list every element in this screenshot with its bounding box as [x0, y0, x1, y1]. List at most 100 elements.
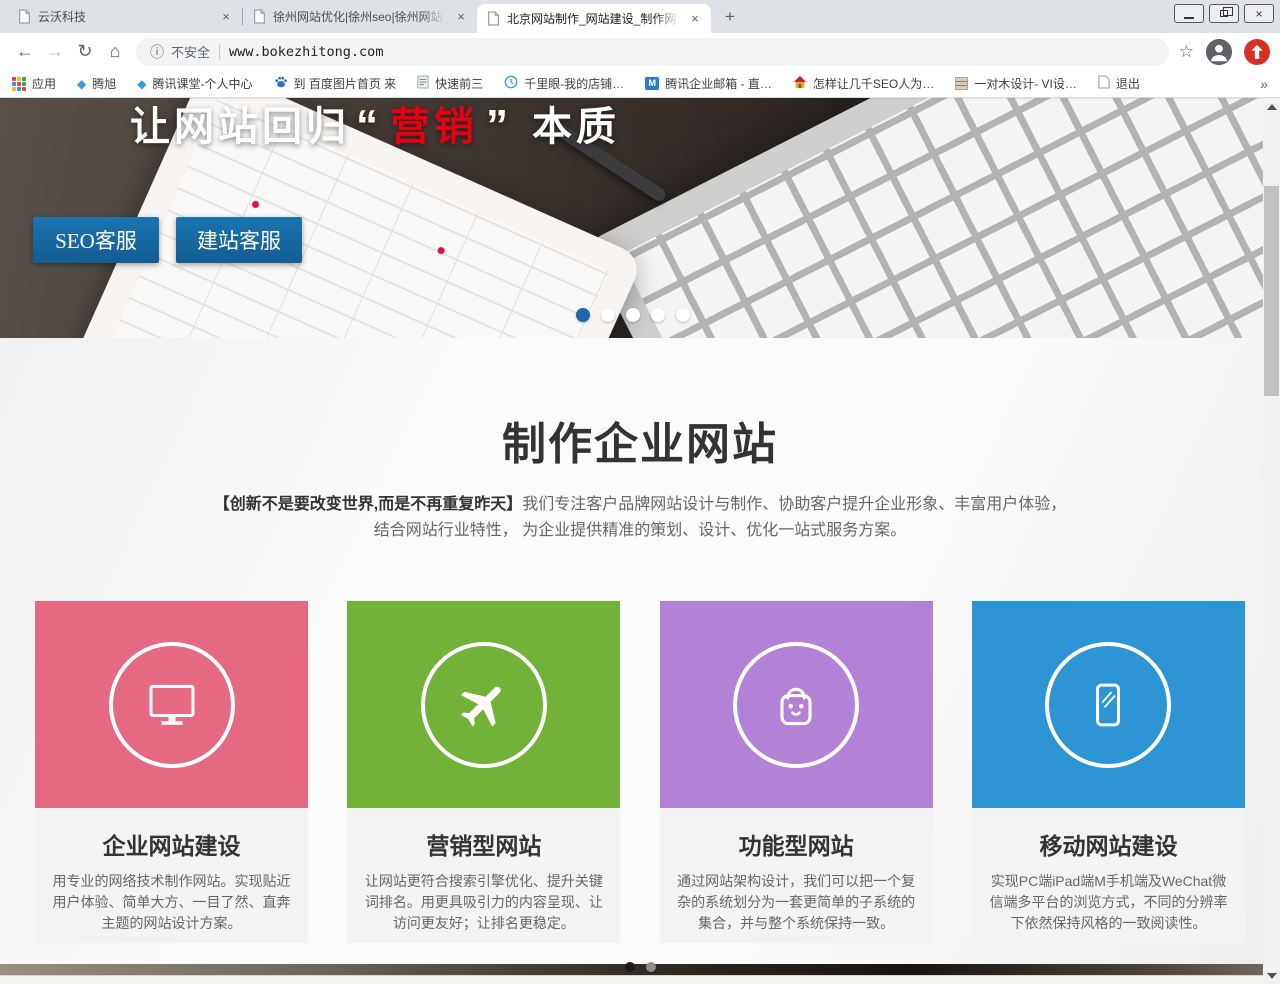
card-description: 实现PC端iPad端M手机端及WeChat微信端多平台的浏览方式，不同的分辨率下…: [986, 871, 1231, 934]
card-title: 营销型网站: [361, 808, 606, 861]
bookmark-tencent-exmail[interactable]: M 腾讯企业邮箱 - 直…: [645, 75, 772, 92]
headline-suffix: 本质: [532, 105, 620, 149]
bookmarks-overflow-icon[interactable]: »: [1260, 76, 1268, 92]
bookmark-tencent-classroom[interactable]: ◆ 腾讯课堂-个人中心: [137, 75, 252, 92]
card-corporate-website[interactable]: 企业网站建设 用专业的网络技术制作网站。实现贴近用户体验、简单大方、一目了然、直…: [35, 601, 308, 943]
vertical-scrollbar[interactable]: [1263, 98, 1280, 984]
scroll-up-arrow[interactable]: [1263, 98, 1280, 115]
hero-banner: 让网站回归“营销”本质 SEO客服 建站客服: [0, 98, 1280, 338]
minimize-icon: [1184, 17, 1194, 19]
card-color-block: [347, 601, 620, 808]
tab-bar: 云沃科技 × 徐州网站优化|徐州seo|徐州网站 × 北京网站制作_网站建设_制…: [0, 0, 1280, 33]
new-tab-button[interactable]: +: [717, 4, 743, 30]
page-viewport: 让网站回归“营销”本质 SEO客服 建站客服 制作企业网站 【创新不是要改变世界…: [0, 98, 1280, 984]
bookmark-baidu-images[interactable]: 到 百度图片首页 来: [274, 75, 397, 92]
address-bar[interactable]: ⓘ 不安全 www.bokezhitong.com: [136, 38, 1169, 66]
card-text: 移动网站建设 实现PC端iPad端M手机端及WeChat微信端多平台的浏览方式，…: [972, 808, 1245, 943]
tab-yunwo[interactable]: 云沃科技 ×: [8, 0, 242, 33]
bookmarks-bar: 应用 ◆ 腾旭 ◆ 腾讯课堂-个人中心 到 百度图片首页 来 快速前三 千里眼-…: [0, 70, 1280, 98]
bookmark-seo-article[interactable]: 怎样让几千SEO人为…: [793, 75, 934, 92]
restore-button[interactable]: [1209, 4, 1239, 23]
headline-prefix: 让网站回归: [130, 105, 350, 149]
tab-beijing-active[interactable]: 北京网站制作_网站建设_制作网 ×: [477, 4, 711, 33]
service-cards: 企业网站建设 用专业的网络技术制作网站。实现贴近用户体验、简单大方、一目了然、直…: [0, 601, 1280, 943]
card-functional-website[interactable]: 功能型网站 通过网站架构设计，我们可以把一个复杂的系统划分为一套更简单的子系统的…: [660, 601, 933, 943]
bookmark-label: 一对木设计- VI设…: [974, 75, 1077, 92]
tab-close-icon[interactable]: ×: [218, 9, 234, 25]
tab-close-icon[interactable]: ×: [453, 9, 469, 25]
tab-close-icon[interactable]: ×: [687, 11, 703, 27]
carousel-dot[interactable]: [576, 308, 590, 322]
airplane-icon: [421, 642, 547, 768]
page-bottom-strip: [0, 975, 1263, 984]
carousel-dot[interactable]: [601, 308, 615, 322]
tab-xuzhou-seo[interactable]: 徐州网站优化|徐州seo|徐州网站 ×: [243, 0, 477, 33]
profile-avatar-icon[interactable]: [1206, 39, 1232, 65]
bookmark-label: 腾讯企业邮箱 - 直…: [665, 75, 772, 92]
gem-icon: ◆: [77, 78, 86, 90]
bookmark-label: 怎样让几千SEO人为…: [813, 75, 934, 92]
hero-carousel-dots: [576, 308, 690, 322]
reload-icon[interactable]: ↻: [70, 37, 100, 67]
info-icon[interactable]: ⓘ: [150, 42, 164, 62]
bookmark-yiduimu-design[interactable]: 一对木设计- VI设…: [955, 75, 1077, 92]
baidu-paw-icon: [274, 75, 288, 92]
close-button[interactable]: ×: [1244, 4, 1274, 23]
document-lines-icon: [417, 75, 429, 92]
toolbar-right: ☆: [1179, 39, 1270, 65]
tab-title: 北京网站制作_网站建设_制作网: [507, 10, 680, 27]
page-favicon-icon: [487, 11, 500, 26]
page-favicon-icon: [253, 9, 266, 24]
site-build-service-button[interactable]: 建站客服: [176, 217, 302, 263]
carousel-dot[interactable]: [626, 308, 640, 322]
scroll-down-arrow[interactable]: [1263, 967, 1280, 984]
carousel-dot[interactable]: [676, 308, 690, 322]
forward-icon[interactable]: →: [40, 37, 70, 67]
clock-icon: [504, 75, 518, 92]
window-controls: ×: [1174, 4, 1274, 23]
card-text: 企业网站建设 用专业的网络技术制作网站。实现贴近用户体验、简单大方、一目了然、直…: [35, 808, 308, 943]
pager-dot[interactable]: [646, 962, 656, 972]
browser-update-icon[interactable]: [1244, 39, 1270, 65]
pager-dot[interactable]: [625, 962, 635, 972]
card-title: 移动网站建设: [986, 808, 1231, 861]
bookmark-kuaisu[interactable]: 快速前三: [417, 75, 483, 92]
card-text: 功能型网站 通过网站架构设计，我们可以把一个复杂的系统划分为一套更简单的子系统的…: [660, 808, 933, 943]
bookmark-star-icon[interactable]: ☆: [1179, 42, 1194, 62]
wood-design-icon: [955, 77, 968, 90]
bookmark-exit[interactable]: 退出: [1098, 75, 1140, 92]
minimize-button[interactable]: [1174, 4, 1204, 23]
hero-headline: 让网站回归“营销”本质: [130, 98, 620, 152]
bookmark-apps[interactable]: 应用: [12, 75, 56, 92]
page-outline-icon: [1098, 75, 1110, 92]
quote-close: ”: [486, 101, 512, 150]
bookmark-tengxu[interactable]: ◆ 腾旭: [77, 75, 116, 92]
services-section: 制作企业网站 【创新不是要改变世界,而是不再重复昨天】我们专注客户品牌网站设计与…: [0, 338, 1280, 964]
security-label: 不安全: [171, 42, 210, 61]
card-title: 功能型网站: [674, 808, 919, 861]
card-text: 营销型网站 让网站更符合搜索引擎优化、提升关键词排名。用更具吸引力的内容呈现、让…: [347, 808, 620, 943]
address-divider: [219, 44, 220, 60]
card-color-block: [660, 601, 933, 808]
shopping-bag-icon: [733, 642, 859, 768]
card-marketing-website[interactable]: 营销型网站 让网站更符合搜索引擎优化、提升关键词排名。用更具吸引力的内容呈现、让…: [347, 601, 620, 943]
bookmark-label: 千里眼-我的店铺…: [524, 75, 624, 92]
url-text[interactable]: www.bokezhitong.com: [229, 44, 383, 60]
seo-service-button[interactable]: SEO客服: [33, 217, 159, 263]
monitor-icon: [109, 642, 235, 768]
card-color-block: [972, 601, 1245, 808]
browser-toolbar: ← → ↻ ⌂ ⓘ 不安全 www.bokezhitong.com ☆: [0, 33, 1280, 70]
carousel-dot[interactable]: [651, 308, 665, 322]
scrollbar-thumb[interactable]: [1264, 186, 1279, 396]
house-icon: [793, 75, 807, 92]
card-title: 企业网站建设: [49, 808, 294, 861]
card-description: 让网站更符合搜索引擎优化、提升关键词排名。用更具吸引力的内容呈现、让访问更友好；…: [361, 871, 606, 934]
home-icon[interactable]: ⌂: [100, 37, 130, 67]
card-description: 用专业的网络技术制作网站。实现贴近用户体验、简单大方、一目了然、直奔主题的网站设…: [49, 871, 294, 934]
back-icon[interactable]: ←: [10, 37, 40, 67]
bookmark-qianliyan[interactable]: 千里眼-我的店铺…: [504, 75, 624, 92]
bookmark-label: 腾讯课堂-个人中心: [153, 75, 253, 92]
smartphone-icon: [1045, 642, 1171, 768]
restore-icon: [1220, 10, 1228, 17]
card-mobile-website[interactable]: 移动网站建设 实现PC端iPad端M手机端及WeChat微信端多平台的浏览方式，…: [972, 601, 1245, 943]
